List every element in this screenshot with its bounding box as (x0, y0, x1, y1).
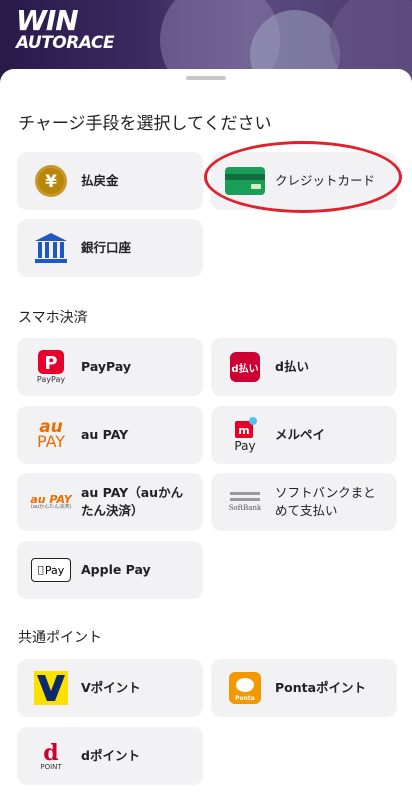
sheet-title: チャージ手段を選択してください (18, 114, 272, 134)
v-point-icon (31, 668, 71, 708)
svg-text:m: m (238, 424, 249, 437)
highlight-circle-annotation (204, 141, 402, 213)
smartphone-method-label: au PAY (81, 426, 129, 442)
charge-method-label: 銀行口座 (81, 239, 132, 255)
charge-method-label: 払戻金 (81, 172, 119, 188)
smartphone-method-softbank[interactable]: SoftBank ソフトバンクまとめて支払い (211, 473, 397, 531)
point-method-v-point[interactable]: Vポイント (17, 659, 203, 717)
charge-method-payout[interactable]: ¥ 払戻金 (17, 152, 203, 210)
smartphone-method-label: au PAY（auかんたん決済） (81, 484, 184, 518)
sheet-drag-handle[interactable] (186, 76, 226, 80)
bank-icon (31, 228, 71, 268)
d-barai-icon: d払い (225, 347, 265, 387)
win-autorace-logo: WIN AUTORACE (16, 4, 115, 53)
smartphone-method-label: Apple Pay (81, 561, 151, 577)
charge-method-sheet: チャージ手段を選択してください ¥ 払戻金 クレジットカード 銀行口座 スマホ決… (0, 69, 412, 810)
au-pay-kantan-icon: au PAY (auかんたん決済) (30, 493, 72, 510)
smartphone-method-au-pay-kantan[interactable]: au PAY (auかんたん決済) au PAY（auかんたん決済） (17, 473, 203, 531)
d-point-icon: d POINT (40, 739, 62, 771)
merpay-icon: m Pay (225, 415, 265, 455)
point-method-label: Pontaポイント (275, 679, 367, 695)
smartphone-method-label: ソフトバンクまとめて支払い (275, 484, 376, 518)
section-title-points: 共通ポイント (18, 630, 102, 646)
smartphone-method-d-barai[interactable]: d払い d払い (211, 338, 397, 396)
smartphone-method-label: PayPay (81, 358, 132, 374)
ponta-icon: Ponta (225, 668, 265, 708)
smartphone-method-paypay[interactable]: P PayPay PayPay (17, 338, 203, 396)
svg-text:¥: ¥ (45, 172, 57, 192)
point-method-ponta[interactable]: Ponta Pontaポイント (211, 659, 397, 717)
smartphone-method-label: メルペイ (275, 426, 326, 442)
smartphone-method-merpay[interactable]: m Pay メルペイ (211, 406, 397, 464)
smartphone-method-label: d払い (275, 358, 309, 374)
au-pay-icon: au PAY (36, 417, 66, 452)
point-method-label: dポイント (81, 747, 140, 763)
smartphone-method-apple-pay[interactable]: Pay Apple Pay (17, 541, 203, 599)
smartphone-method-au-pay[interactable]: au PAY au PAY (17, 406, 203, 464)
point-method-label: Vポイント (81, 679, 141, 695)
section-title-smartphone: スマホ決済 (18, 310, 88, 326)
apple-pay-icon: Pay (31, 550, 71, 590)
yen-coin-icon: ¥ (31, 161, 71, 201)
point-method-d-point[interactable]: d POINT dポイント (17, 727, 203, 785)
svg-text:P: P (44, 353, 57, 374)
paypay-icon: P PayPay (31, 347, 71, 387)
charge-method-bank[interactable]: 銀行口座 (17, 219, 203, 277)
softbank-icon: SoftBank (225, 482, 265, 522)
